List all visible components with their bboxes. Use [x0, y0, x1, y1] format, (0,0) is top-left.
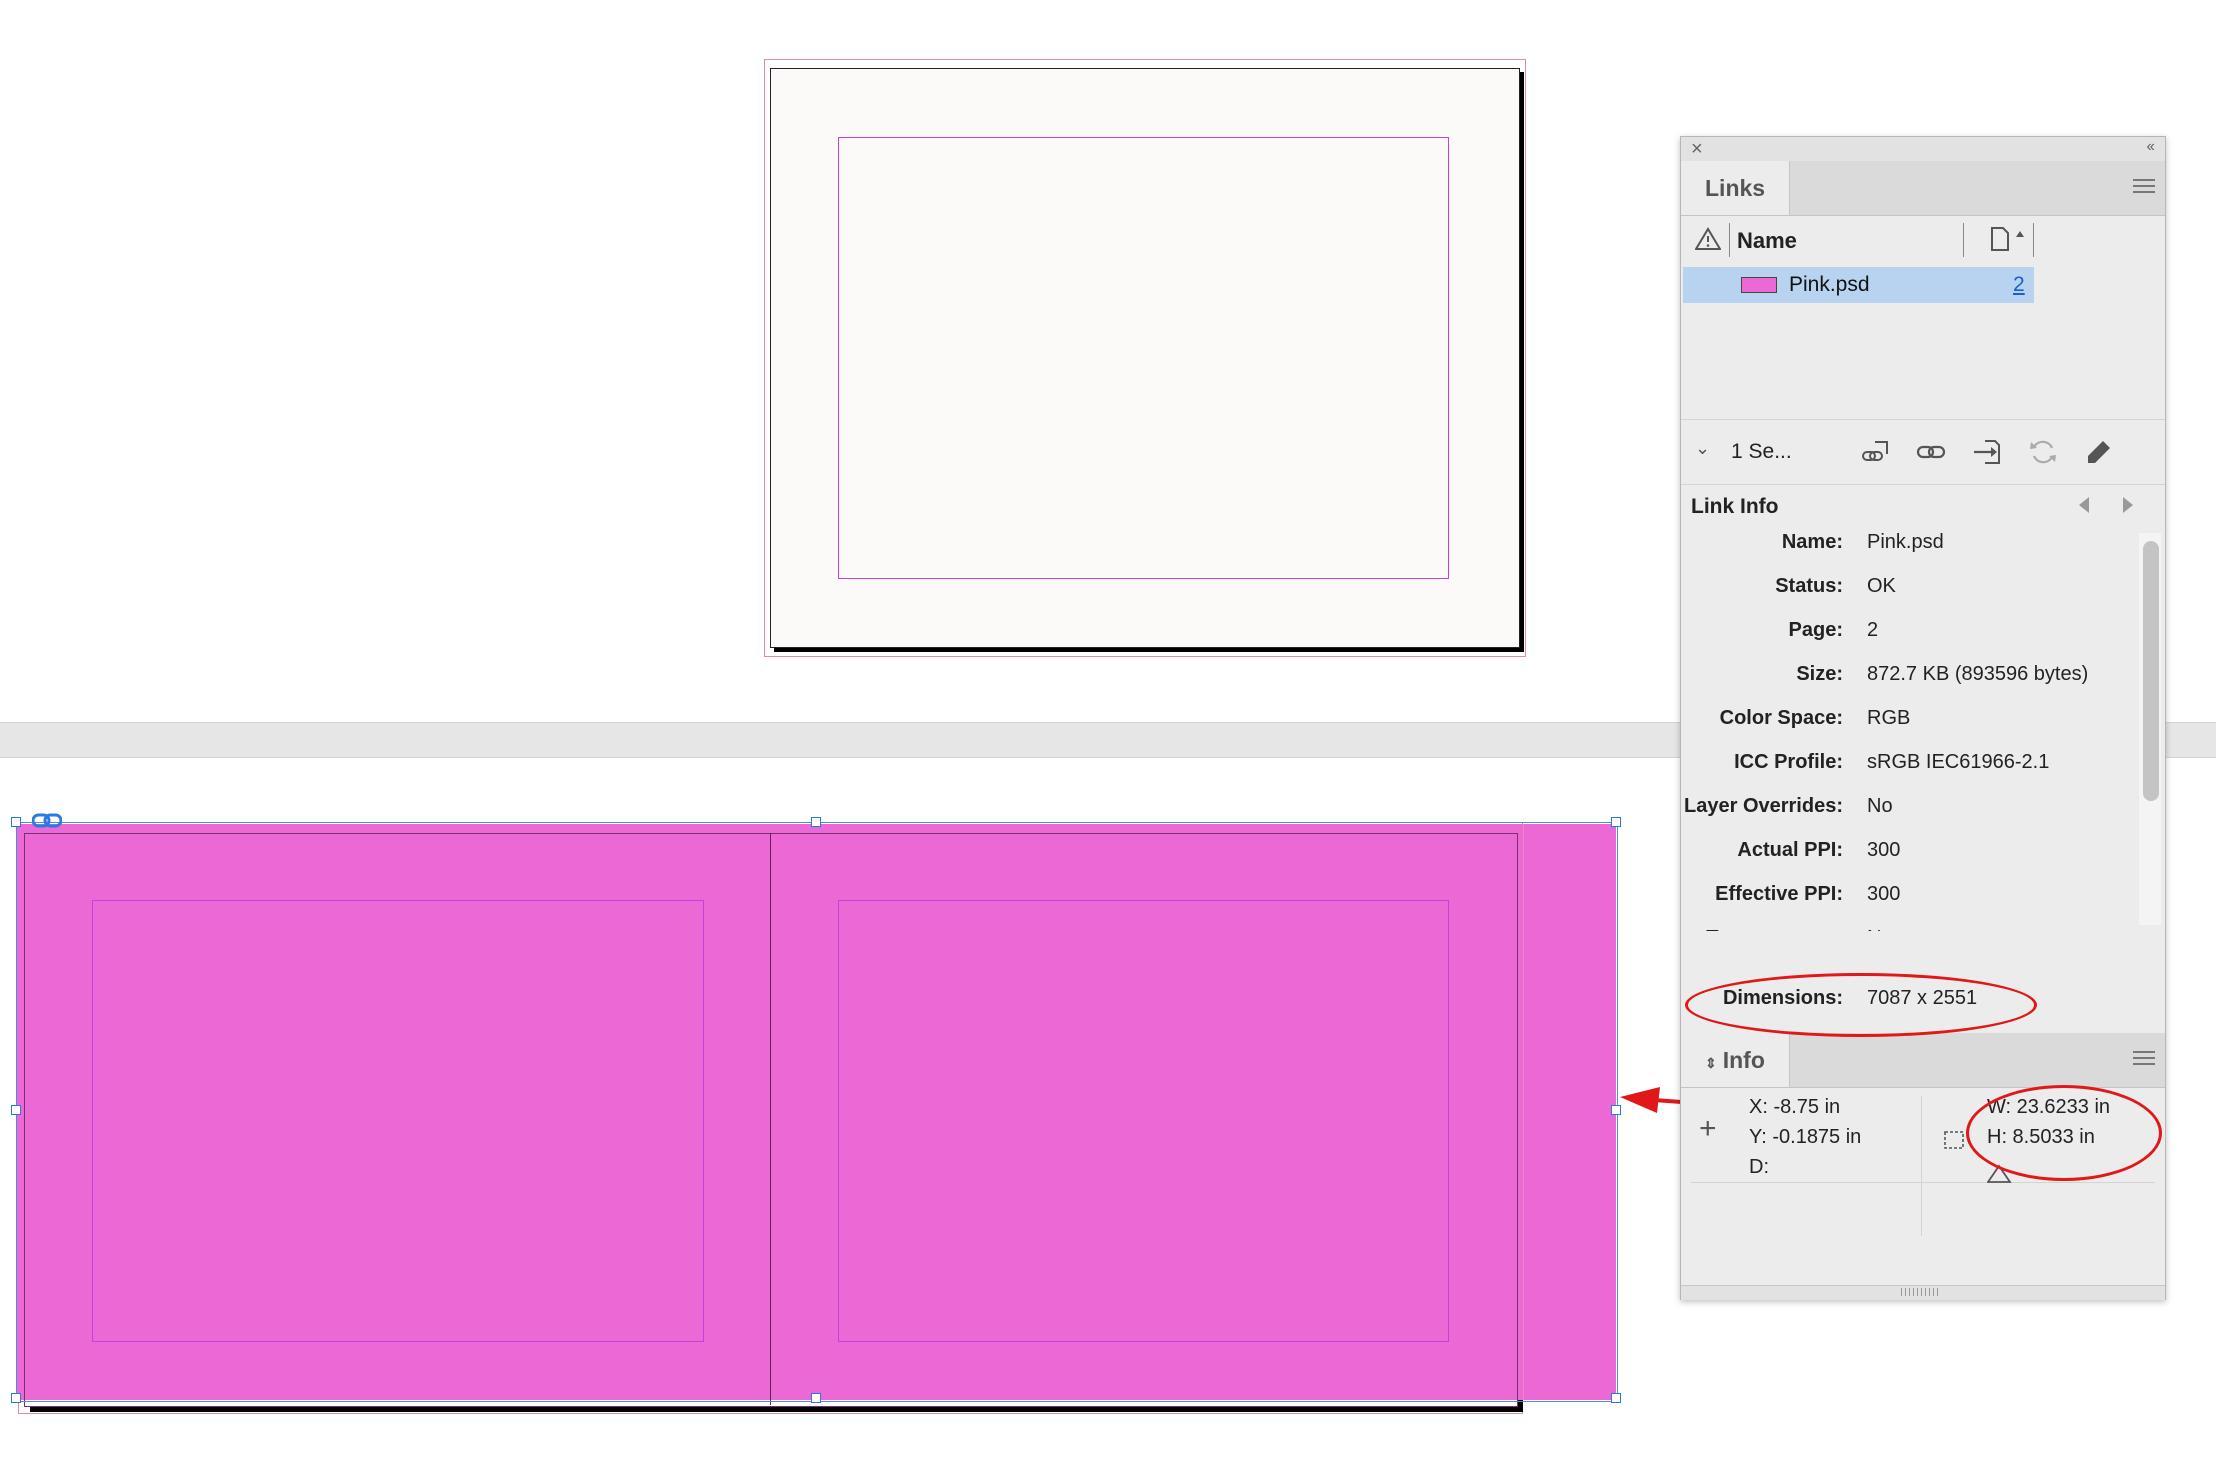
previous-link-icon[interactable] [2079, 497, 2089, 513]
info-key: ICC Profile: [1734, 751, 1843, 773]
resize-handle-bottom-center[interactable] [811, 1393, 821, 1403]
column-separator[interactable] [2033, 223, 2034, 257]
resize-handle-bottom-right[interactable] [1611, 1393, 1621, 1403]
link-info-row-color-space: Color Space: RGB [1681, 707, 2141, 739]
links-toolbar: ⌄ 1 Se... [1681, 419, 2165, 485]
links-tab-bar: Links [1681, 161, 2165, 216]
info-panel-menu-icon[interactable] [2133, 1047, 2155, 1069]
width-readout: W: 23.6233 in [1987, 1096, 2111, 1118]
chevron-down-icon[interactable]: ⌄ [1695, 438, 1710, 459]
info-key: Size: [1796, 663, 1843, 685]
resize-handle-top-left[interactable] [11, 817, 21, 827]
info-key: Effective PPI: [1715, 883, 1843, 905]
link-info-scroll-thumb[interactable] [2143, 541, 2159, 801]
resize-handle-middle-left[interactable] [11, 1105, 21, 1115]
info-key: Status: [1775, 575, 1843, 597]
info-key: Color Space: [1719, 707, 1843, 729]
top-page-margin-guide [838, 137, 1449, 579]
distance-readout: D: [1749, 1156, 1769, 1178]
name-column-header[interactable]: Name [1737, 228, 1797, 254]
page-column-sort-icon[interactable] [1988, 225, 2028, 253]
tab-links[interactable]: Links [1681, 161, 1791, 215]
link-info-row-layer-overrides: Layer Overrides: No [1681, 795, 2141, 827]
link-info-row-size: Size: 872.7 KB (893596 bytes) [1681, 663, 2141, 695]
height-readout: H: 8.5033 in [1987, 1126, 2095, 1148]
link-info-row-name: Name: Pink.psd [1681, 531, 2141, 563]
info-key: Transparency: [1706, 927, 1843, 931]
link-info-row-effective-ppi: Effective PPI: 300 [1681, 883, 2141, 915]
link-info-row-page: Page: 2 [1681, 619, 2141, 651]
info-value: Pink.psd [1867, 531, 1944, 553]
info-value: No [1867, 795, 1893, 817]
link-name: Pink.psd [1789, 273, 1870, 296]
resize-handle-top-right[interactable] [1611, 817, 1621, 827]
info-value: OK [1867, 575, 1896, 597]
link-info-row-transparency: Transparency: No [1681, 927, 2141, 931]
link-info-title: Link Info [1691, 495, 1779, 518]
selected-frame-outline [16, 822, 1618, 1402]
link-info-list: Name: Pink.psd Status: OK Page: 2 Size: … [1681, 531, 2141, 931]
info-value: 300 [1867, 883, 1901, 905]
link-row-pink-psd[interactable]: Pink.psd 2 [1683, 267, 2034, 303]
relink-from-cc-libraries-icon[interactable] [1859, 436, 1891, 468]
info-key: Layer Overrides: [1684, 795, 1843, 817]
info-tab-label: Info [1722, 1047, 1765, 1073]
info-value: RGB [1867, 707, 1911, 729]
panel-title-bar[interactable]: × ‹‹ [1681, 137, 2165, 162]
column-separator[interactable] [1729, 223, 1730, 257]
warning-status-icon[interactable] [1695, 227, 1721, 251]
link-info-row-icc-profile: ICC Profile: sRGB IEC61966-2.1 [1681, 751, 2141, 783]
link-info-row-dimensions: Dimensions: 7087 x 2551 [1681, 987, 2141, 1019]
expand-collapse-icon[interactable]: ⇕ [1705, 1055, 1717, 1071]
links-info-panel: × ‹‹ Links Name Pink.psd 2 ⌄ 1 Se... Lin… [1680, 136, 2166, 1300]
link-page-number[interactable]: 2 [2013, 273, 2025, 297]
go-to-link-icon[interactable] [1971, 436, 2003, 468]
column-separator[interactable] [1963, 223, 1964, 257]
info-value: 872.7 KB (893596 bytes) [1867, 663, 2089, 685]
info-key: Actual PPI: [1737, 839, 1843, 861]
y-coordinate: Y: -0.1875 in [1749, 1126, 1862, 1148]
crosshair-icon: + [1699, 1112, 1717, 1145]
link-chain-icon[interactable] [32, 812, 62, 830]
info-tab-bar: ⇕ Info [1681, 1033, 2165, 1088]
update-link-icon[interactable] [2027, 436, 2059, 468]
links-column-header: Name [1681, 217, 2165, 264]
panel-resize-grip[interactable] [1681, 1285, 2165, 1300]
links-panel-menu-icon[interactable] [2133, 175, 2155, 197]
info-key: Dimensions: [1722, 987, 1843, 1009]
x-coordinate: X: -8.75 in [1749, 1096, 1841, 1118]
next-link-icon[interactable] [2123, 497, 2133, 513]
info-divider [1921, 1096, 1922, 1236]
info-value: sRGB IEC61966-2.1 [1867, 751, 2050, 773]
info-key: Name: [1781, 531, 1843, 553]
link-info-header: Link Info [1681, 483, 2165, 531]
selection-count: 1 Se... [1731, 440, 1792, 463]
edit-original-pencil-icon[interactable] [2083, 436, 2115, 468]
frame-size-icon [1944, 1131, 1964, 1149]
info-value: 2 [1867, 619, 1879, 641]
info-key: Page: [1788, 619, 1843, 641]
info-value: No [1867, 927, 1893, 931]
grip-lines [1901, 1288, 1941, 1296]
collapse-panel-icon[interactable]: ‹‹ [2146, 138, 2155, 156]
link-info-row-actual-ppi: Actual PPI: 300 [1681, 839, 2141, 871]
angle-icon [1987, 1164, 2012, 1183]
tab-info[interactable]: ⇕ Info [1681, 1033, 1790, 1087]
relink-icon[interactable] [1915, 436, 1947, 468]
image-thumbnail-icon [1741, 277, 1777, 293]
resize-handle-top-center[interactable] [811, 817, 821, 827]
links-list: Pink.psd 2 [1681, 263, 2165, 419]
info-panel-body: + X: -8.75 in Y: -0.1875 in D: W: 23.623… [1681, 1088, 2165, 1248]
info-value: 7087 x 2551 [1867, 987, 1978, 1009]
resize-handle-bottom-left[interactable] [11, 1393, 21, 1403]
close-icon[interactable]: × [1691, 139, 1703, 159]
info-value: 300 [1867, 839, 1901, 861]
link-info-row-status: Status: OK [1681, 575, 2141, 607]
info-divider [1691, 1182, 2155, 1183]
